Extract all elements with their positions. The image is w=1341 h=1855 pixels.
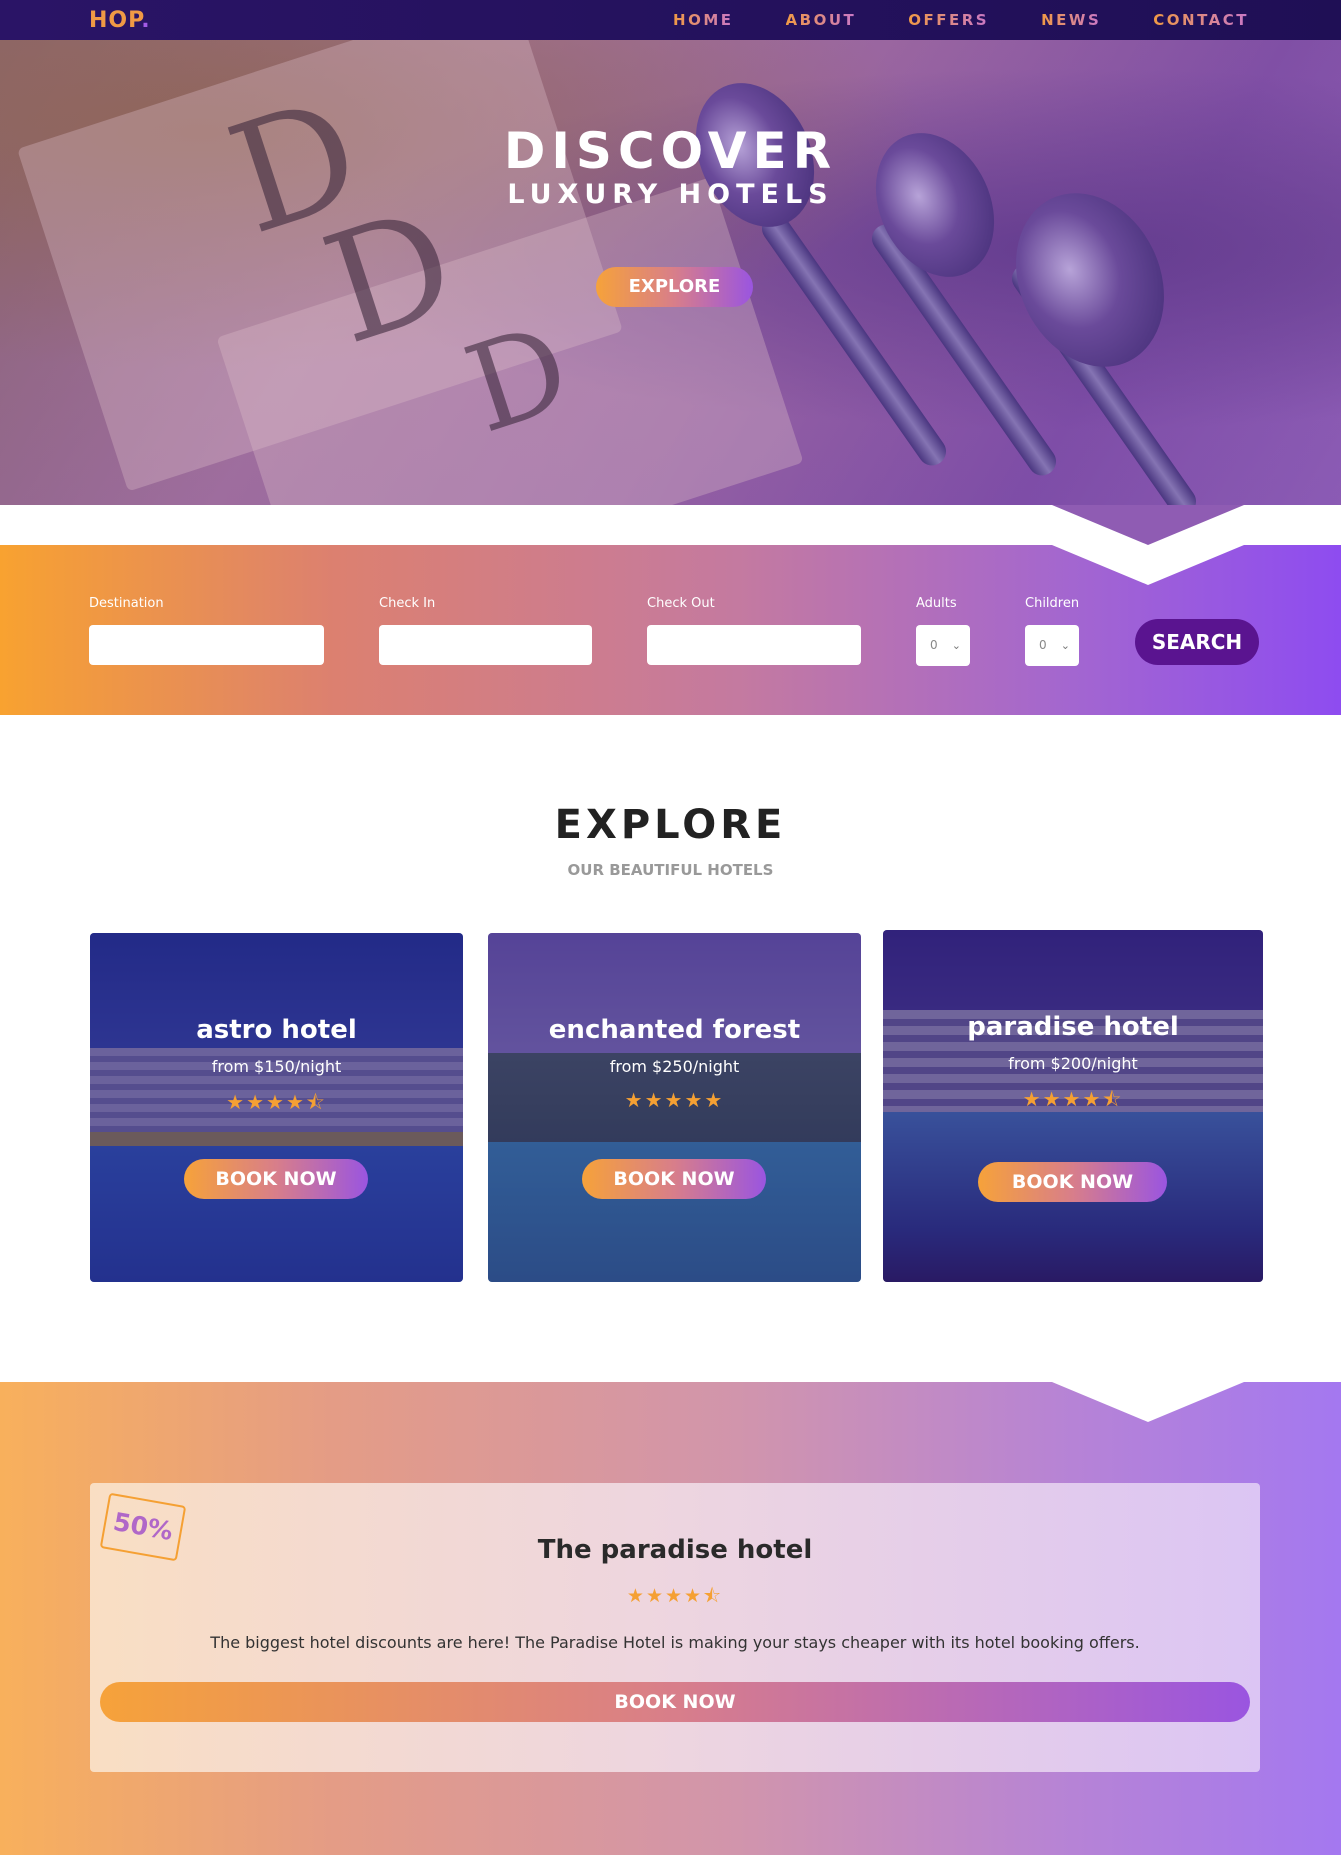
book-now-button[interactable]: BOOK NOW (582, 1159, 766, 1199)
star-rating: ★★★★⯪ (1022, 1087, 1124, 1111)
explore-title: EXPLORE (554, 802, 787, 848)
destination-label: Destination (89, 596, 164, 611)
hotel-price: from $250/night (609, 1057, 740, 1076)
children-label: Children (1025, 596, 1080, 611)
checkout-input[interactable] (647, 625, 861, 665)
offer-card: 50% The paradise hotel ★★★★⯪ The biggest… (90, 1483, 1260, 1772)
nav-links: HOME ABOUT OFFERS NEWS CONTACT (673, 11, 1249, 29)
nav-link-home[interactable]: HOME (673, 11, 733, 29)
offer-description: The biggest hotel discounts are here! Th… (210, 1633, 1140, 1652)
children-value: 0 (1039, 638, 1047, 652)
hotel-price: from $200/night (1008, 1054, 1138, 1073)
adults-label: Adults (916, 596, 957, 611)
hero-subtitle: LUXURY HOTELS (507, 179, 834, 210)
explore-subtitle: OUR BEAUTIFUL HOTELS (567, 861, 774, 879)
logo[interactable]: HOP. (89, 8, 151, 33)
hero-heading: DISCOVER LUXURY HOTELS (0, 122, 1341, 210)
offer-title: The paradise hotel (537, 1535, 813, 1565)
logo-dot: . (141, 8, 151, 33)
hotel-card[interactable]: astro hotel from $150/night ★★★★⯪ BOOK N… (90, 933, 463, 1282)
explore-button[interactable]: EXPLORE (596, 267, 753, 307)
book-now-button[interactable]: BOOK NOW (184, 1159, 368, 1199)
star-rating: ★★★★⯪ (226, 1090, 327, 1114)
hero-banner: D D D DISCOVER LUXURY HOTELS EXPLORE (0, 40, 1341, 505)
search-button[interactable]: SEARCH (1135, 619, 1259, 665)
checkin-label: Check In (379, 596, 436, 611)
nav-link-news[interactable]: NEWS (1041, 11, 1101, 29)
offer-book-now-button[interactable]: BOOK NOW (100, 1682, 1250, 1722)
children-select[interactable]: 0 ⌄ (1025, 625, 1079, 666)
star-rating: ★★★★⯪ (626, 1585, 724, 1607)
nav-link-offers[interactable]: OFFERS (908, 11, 989, 29)
hero-title: DISCOVER (503, 122, 838, 180)
hotel-card[interactable]: paradise hotel from $200/night ★★★★⯪ BOO… (883, 930, 1263, 1282)
hotel-name: paradise hotel (967, 1012, 1179, 1042)
hotel-price: from $150/night (211, 1057, 342, 1076)
chevron-down-icon: ⌄ (1060, 639, 1070, 652)
checkout-label: Check Out (647, 596, 715, 611)
hotel-name: enchanted forest (548, 1015, 801, 1045)
adults-select[interactable]: 0 ⌄ (916, 625, 970, 666)
checkin-input[interactable] (379, 625, 592, 665)
chevron-down-icon: ⌄ (951, 639, 961, 652)
nav-link-about[interactable]: ABOUT (786, 11, 857, 29)
hotel-card[interactable]: enchanted forest from $250/night ★★★★★ B… (488, 933, 861, 1282)
nav-link-contact[interactable]: CONTACT (1153, 11, 1249, 29)
adults-value: 0 (930, 638, 938, 652)
destination-input[interactable] (89, 625, 324, 665)
book-now-button[interactable]: BOOK NOW (978, 1162, 1167, 1202)
logo-text: HOP (89, 8, 142, 33)
star-rating: ★★★★★ (624, 1088, 725, 1112)
top-navbar: HOP. HOME ABOUT OFFERS NEWS CONTACT (0, 0, 1341, 40)
hotel-name: astro hotel (196, 1015, 357, 1045)
